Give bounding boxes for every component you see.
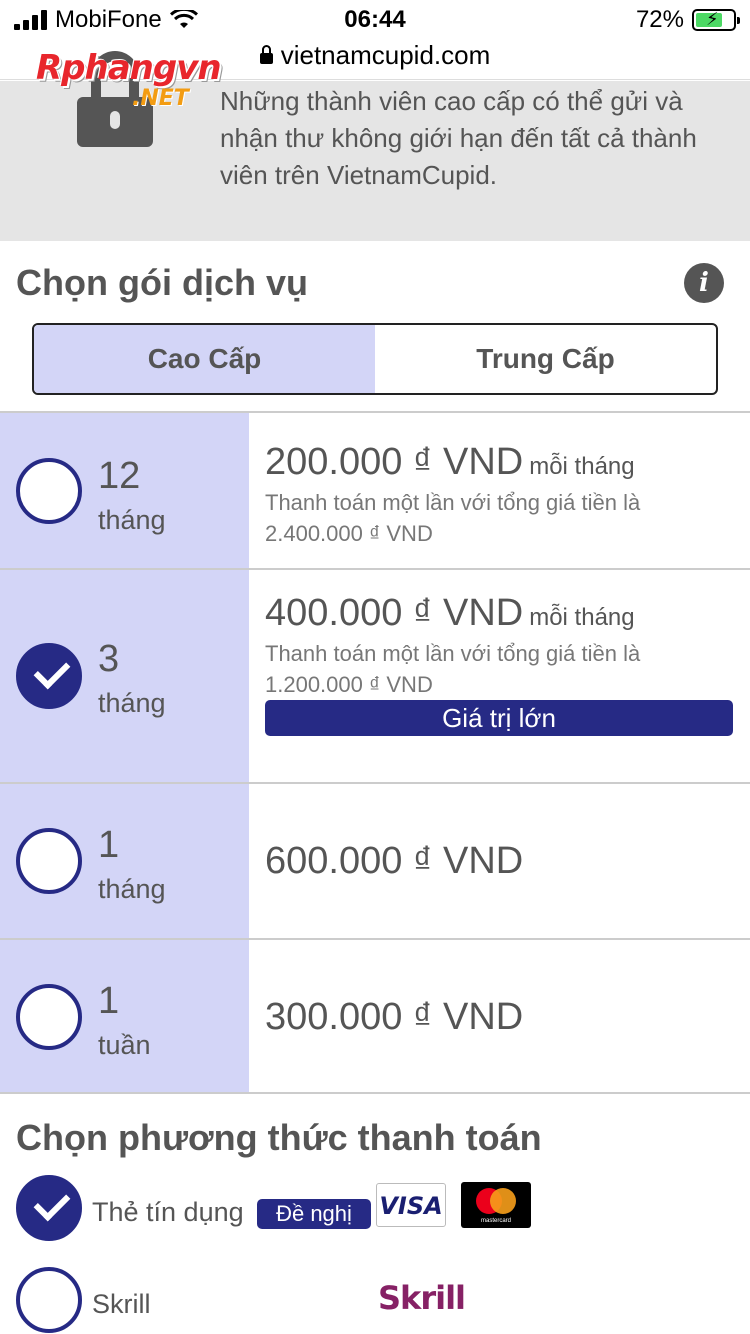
plan-duration[interactable]: 12 tháng <box>0 413 249 568</box>
payment-option-card[interactable]: Thẻ tín dụng Đề nghị VISA mastercard <box>0 1175 750 1245</box>
plan-price: 200.000 ₫ VND mỗi tháng <box>265 441 635 484</box>
tab-standard[interactable]: Trung Cấp <box>375 325 716 393</box>
plan-duration[interactable]: 3 tháng <box>0 570 249 782</box>
payment-section-title: Chọn phương thức thanh toán <box>16 1117 542 1158</box>
duration-number: 1 <box>98 824 120 866</box>
plan-list: 12 tháng 200.000 ₫ VND mỗi tháng Thanh to… <box>0 411 750 1094</box>
plan-total-note: Thanh toán một lần với tổng giá tiền là … <box>265 490 641 546</box>
duration-unit: tháng <box>98 874 166 904</box>
plan-total-note: Thanh toán một lần với tổng giá tiền là … <box>265 641 641 697</box>
plan-details[interactable]: 300.000 ₫ VND <box>249 940 750 1092</box>
watermark-logo: Rphangvn .NET <box>36 48 222 111</box>
payment-label: Skrill <box>92 1289 151 1319</box>
price-value: 200.000 ₫ VND <box>265 441 524 483</box>
plan-details[interactable]: 200.000 ₫ VND mỗi tháng Thanh toán một lầ… <box>249 413 750 568</box>
plan-radio[interactable] <box>16 984 82 1050</box>
payment-label: Thẻ tín dụng <box>92 1197 244 1227</box>
plan-price: 600.000 ₫ VND <box>265 840 523 883</box>
duration-unit: tuần <box>98 1030 151 1060</box>
price-value: 600.000 ₫ VND <box>265 840 524 882</box>
battery-icon: ⚡ <box>692 9 740 31</box>
plan-radio-checked[interactable] <box>16 643 82 709</box>
info-banner: Những thành viên cao cấp có thể gửi và n… <box>0 51 750 241</box>
price-value: 300.000 ₫ VND <box>265 996 524 1038</box>
duration-unit: tháng <box>98 688 166 718</box>
skrill-logo: Skrill <box>378 1279 466 1317</box>
banner-text: Những thành viên cao cấp có thể gửi và n… <box>220 86 697 190</box>
watermark-net: .NET <box>132 86 189 111</box>
plan-section-title: Chọn gói dịch vụ <box>16 262 308 303</box>
status-right: 72% ⚡ <box>635 6 740 34</box>
tab-premium[interactable]: Cao Cấp <box>34 325 375 393</box>
price-value: 400.000 ₫ VND <box>265 592 524 634</box>
plan-option[interactable]: 12 tháng 200.000 ₫ VND mỗi tháng Thanh to… <box>0 411 750 568</box>
status-bar: MobiFone 06:44 72% ⚡ <box>0 0 750 40</box>
price-period: mỗi tháng <box>529 453 635 480</box>
plan-price: 400.000 ₫ VND mỗi tháng <box>265 592 635 635</box>
duration-number: 1 <box>98 980 120 1022</box>
duration-number: 3 <box>98 638 120 680</box>
duration-unit: tháng <box>98 505 166 535</box>
best-value-badge: Giá trị lớn <box>265 700 733 736</box>
plan-details[interactable]: 400.000 ₫ VND mỗi tháng Thanh toán một lầ… <box>249 570 750 782</box>
duration-number: 12 <box>98 455 141 497</box>
payment-radio[interactable] <box>16 1267 82 1333</box>
plan-price: 300.000 ₫ VND <box>265 996 523 1039</box>
payment-radio-checked[interactable] <box>16 1175 82 1241</box>
payment-option-skrill[interactable]: Skrill Skrill <box>0 1267 750 1334</box>
plan-tabs: Cao Cấp Trung Cấp <box>32 323 718 395</box>
plan-radio[interactable] <box>16 828 82 894</box>
price-period: mỗi tháng <box>529 604 635 631</box>
recommended-badge: Đề nghị <box>257 1199 371 1229</box>
battery-percent: 72% <box>635 6 684 33</box>
info-icon[interactable]: i <box>684 263 724 303</box>
mastercard-logo: mastercard <box>461 1182 531 1228</box>
plan-option[interactable]: 1 tháng 600.000 ₫ VND <box>0 782 750 938</box>
plan-option[interactable]: 1 tuần 300.000 ₫ VND <box>0 938 750 1094</box>
url-text: vietnamcupid.com <box>280 40 491 70</box>
watermark-main: Rphangvn <box>36 48 222 88</box>
plan-details[interactable]: 600.000 ₫ VND <box>249 784 750 938</box>
plan-duration[interactable]: 1 tháng <box>0 784 249 938</box>
plan-duration[interactable]: 1 tuần <box>0 940 249 1092</box>
lock-icon <box>259 45 273 64</box>
plan-radio[interactable] <box>16 458 82 524</box>
plan-option[interactable]: 3 tháng 400.000 ₫ VND mỗi tháng Thanh toá… <box>0 568 750 782</box>
visa-logo: VISA <box>376 1183 446 1227</box>
